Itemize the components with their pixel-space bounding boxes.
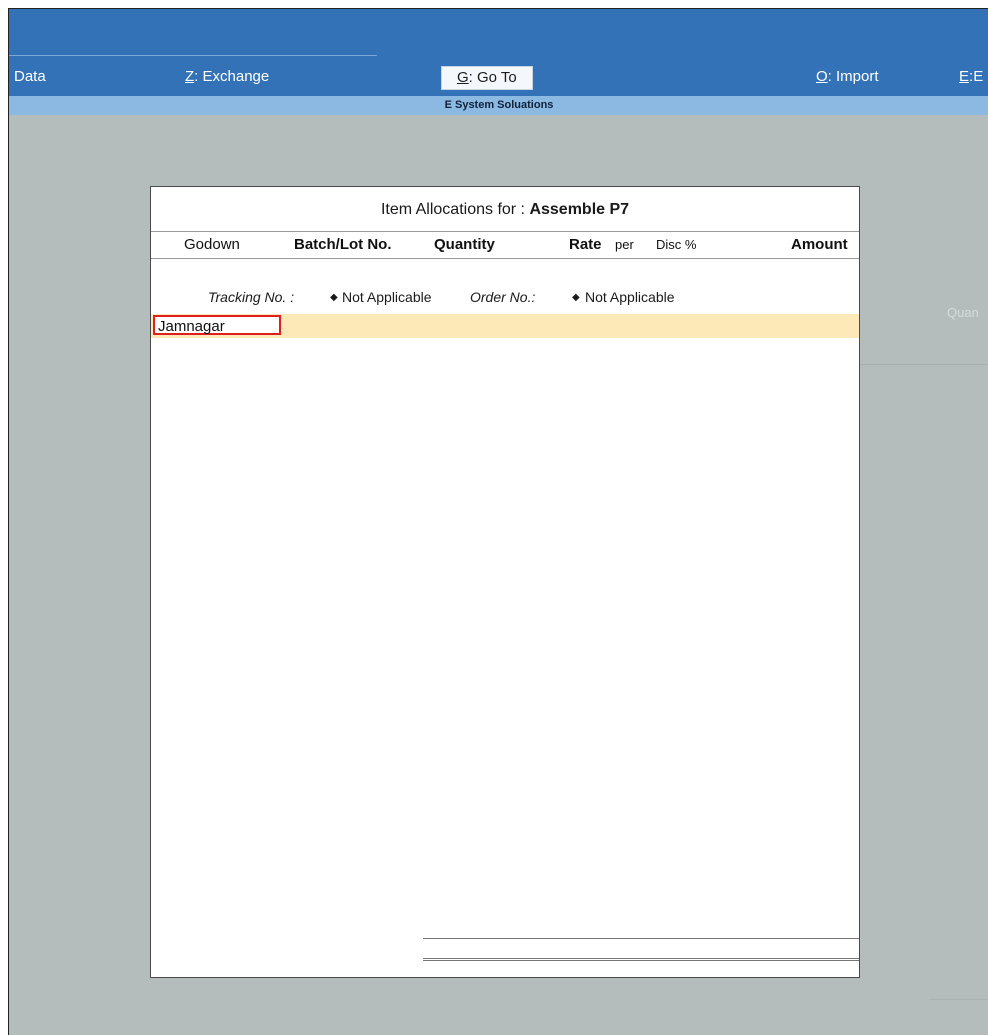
column-header-row: Godown Batch/Lot No. Quantity Rate per D… xyxy=(151,231,859,259)
menu-export-label: E xyxy=(973,68,984,85)
company-name: E System Soluations xyxy=(444,99,554,111)
item-allocations-dialog: Item Allocations for : Assemble P7 Godow… xyxy=(150,186,860,978)
tally-window: Data Z: Exchange G: Go To O: Import E:E … xyxy=(8,8,988,1035)
total-divider-double xyxy=(423,960,859,961)
col-disc: Disc % xyxy=(656,237,697,252)
menu-data[interactable]: Data xyxy=(14,66,46,88)
menu-exchange[interactable]: Z: Exchange xyxy=(185,66,269,88)
background-divider-bottom xyxy=(929,999,988,1000)
tracking-diamond-icon: ◆ xyxy=(330,292,338,303)
menu-export-key: E xyxy=(959,68,970,85)
menu-data-label: Data xyxy=(14,68,46,85)
company-name-bar: E System Soluations xyxy=(9,96,988,115)
dialog-item-name: Assemble P7 xyxy=(529,201,630,218)
topbar-divider xyxy=(9,55,377,56)
order-label: Order No.: xyxy=(470,289,536,305)
col-amount: Amount xyxy=(791,236,848,253)
menu-goto[interactable]: G: Go To xyxy=(441,66,533,90)
tracking-label: Tracking No. : xyxy=(208,289,295,305)
menu-export[interactable]: E:E xyxy=(959,66,983,88)
total-divider-top xyxy=(423,938,859,939)
background-divider xyxy=(859,364,988,365)
col-rate: Rate xyxy=(569,236,602,253)
menu-import-label: Import xyxy=(836,68,879,85)
col-godown: Godown xyxy=(184,236,240,253)
order-value[interactable]: Not Applicable xyxy=(585,289,675,305)
godown-allocation-row: Jamnagar xyxy=(151,314,859,338)
tracking-row: Tracking No. : ◆ Not Applicable Order No… xyxy=(151,289,859,309)
menu-import-key: O xyxy=(816,68,828,85)
menu-import[interactable]: O: Import xyxy=(816,66,879,88)
dialog-title: Item Allocations for : Assemble P7 xyxy=(151,201,859,219)
dialog-title-label: Item Allocations for : xyxy=(380,201,525,218)
col-quantity: Quantity xyxy=(434,236,495,253)
col-per: per xyxy=(615,237,634,252)
background-quantity-label: Quan xyxy=(947,305,979,320)
menu-goto-label: Go To xyxy=(477,69,517,86)
menu-goto-key: G xyxy=(457,69,469,86)
top-menu-bar: Data Z: Exchange G: Go To O: Import E:E xyxy=(9,9,988,96)
total-divider-bottom xyxy=(423,958,859,959)
order-diamond-icon: ◆ xyxy=(572,292,580,303)
menu-exchange-key: Z xyxy=(185,68,195,85)
menu-exchange-label: Exchange xyxy=(202,68,270,85)
godown-input[interactable]: Jamnagar xyxy=(153,315,281,335)
col-batch: Batch/Lot No. xyxy=(294,236,392,253)
tracking-value[interactable]: Not Applicable xyxy=(342,289,432,305)
